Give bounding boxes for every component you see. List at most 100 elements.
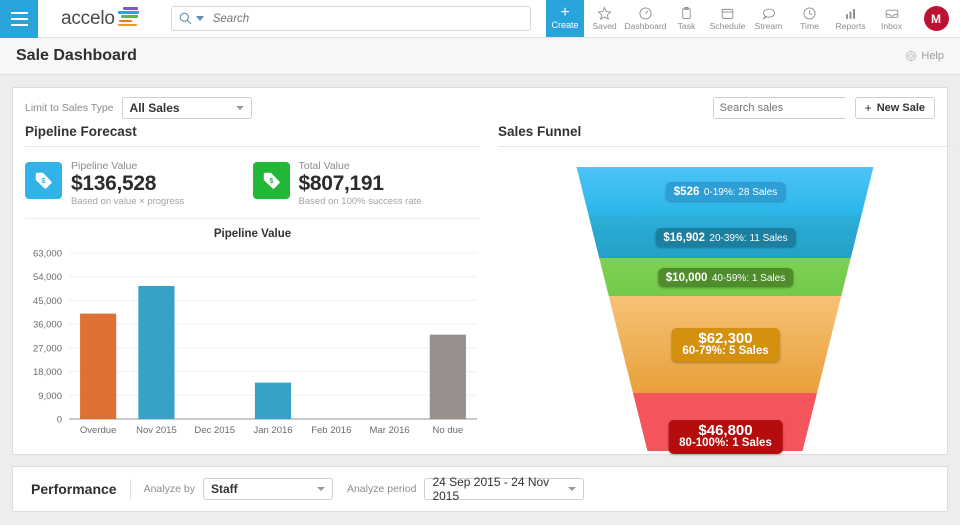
chevron-down-icon bbox=[235, 105, 244, 110]
calendar-icon bbox=[720, 6, 735, 21]
nav-item-task[interactable]: Task bbox=[666, 0, 707, 37]
plus-icon: + bbox=[560, 4, 570, 21]
chevron-down-icon bbox=[316, 487, 325, 491]
page-title: Sale Dashboard bbox=[16, 47, 137, 64]
kpi-name: Pipeline Value bbox=[71, 160, 138, 172]
nav-label: Dashboard bbox=[624, 20, 667, 31]
svg-text:9,000: 9,000 bbox=[38, 391, 62, 402]
user-avatar[interactable]: M bbox=[912, 0, 960, 37]
analyze-period-label: Analyze period bbox=[346, 483, 417, 495]
chat-icon bbox=[761, 6, 777, 21]
kpi-name: Total Value bbox=[298, 160, 350, 172]
new-sale-label: New Sale bbox=[876, 101, 925, 114]
price-tag-icon: $ bbox=[25, 162, 62, 199]
svg-text:Mar 2016: Mar 2016 bbox=[370, 425, 410, 436]
panel-columns: Pipeline Forecast $ Pipeline Value $136,… bbox=[13, 118, 953, 481]
create-label: Create bbox=[551, 20, 579, 30]
kpi-total-value: $ Total Value $807,191 Based on 100% suc… bbox=[252, 160, 481, 208]
sales-type-value: All Sales bbox=[129, 100, 180, 115]
clock-icon bbox=[802, 6, 817, 21]
analyze-by-select[interactable]: Staff bbox=[202, 478, 333, 500]
analyze-period-select[interactable]: 24 Sep 2015 - 24 Nov 2015 bbox=[424, 475, 585, 503]
search-sales-input[interactable] bbox=[713, 97, 868, 118]
create-button[interactable]: + Create bbox=[546, 0, 584, 37]
svg-text:Feb 2016: Feb 2016 bbox=[311, 425, 351, 436]
dashboard-panel: Limit to Sales Type All Sales + New Sale… bbox=[12, 87, 953, 481]
svg-text:63,000: 63,000 bbox=[33, 249, 62, 260]
page-body: Limit to Sales Type All Sales + New Sale… bbox=[0, 75, 960, 525]
nav-item-stream[interactable]: Stream bbox=[748, 0, 789, 37]
clipboard-icon bbox=[679, 6, 694, 21]
hamburger-icon bbox=[10, 12, 28, 14]
funnel-stage-label[interactable]: $526 0-19%: 28 Sales bbox=[665, 182, 786, 201]
kpi-subtext: Based on 100% success rate bbox=[298, 196, 422, 207]
panel-toolbar: Limit to Sales Type All Sales + New Sale bbox=[13, 88, 947, 119]
speedometer-icon bbox=[638, 6, 653, 21]
new-sale-button[interactable]: + New Sale bbox=[854, 96, 935, 119]
svg-text:36,000: 36,000 bbox=[33, 320, 62, 331]
funnel-stage-label[interactable]: $16,902 20-39%: 11 Sales bbox=[655, 227, 796, 247]
bar-chart-title: Pipeline Value bbox=[213, 228, 292, 240]
nav-label: Stream bbox=[754, 20, 783, 31]
avatar-initial: M bbox=[923, 6, 949, 31]
svg-text:18,000: 18,000 bbox=[33, 367, 62, 378]
funnel-stage-label[interactable]: $10,000 40-59%: 1 Sales bbox=[657, 268, 794, 287]
svg-text:27,000: 27,000 bbox=[33, 343, 62, 354]
svg-text:$: $ bbox=[42, 178, 46, 185]
price-tag-icon: $ bbox=[252, 162, 290, 199]
accelo-logo[interactable]: accelo bbox=[38, 0, 139, 37]
bar-chart-icon bbox=[843, 6, 858, 21]
search-icon bbox=[179, 12, 192, 25]
search-scope-chevron-down-icon[interactable] bbox=[195, 16, 204, 21]
svg-text:45,000: 45,000 bbox=[33, 296, 62, 307]
svg-text:Overdue: Overdue bbox=[80, 425, 116, 436]
analyze-by-value: Staff bbox=[210, 482, 238, 496]
divider bbox=[129, 479, 131, 499]
plus-icon: + bbox=[864, 100, 872, 115]
kpi-value: $136,528 bbox=[71, 172, 157, 195]
nav-item-dashboard[interactable]: Dashboard bbox=[624, 0, 667, 37]
page-header: Sale Dashboard Help bbox=[0, 38, 960, 75]
global-search-box[interactable] bbox=[170, 6, 531, 31]
nav-item-reports[interactable]: Reports bbox=[830, 0, 871, 37]
sales-type-label: Limit to Sales Type bbox=[25, 101, 114, 114]
nav-label: Inbox bbox=[880, 20, 903, 31]
global-search-input[interactable] bbox=[212, 12, 523, 25]
funnel-stage-label[interactable]: $46,800 80-100%: 1 Sales bbox=[668, 420, 783, 454]
help-button[interactable]: Help bbox=[905, 50, 944, 62]
funnel-stage-label[interactable]: $62,300 60-79%: 5 Sales bbox=[671, 327, 780, 362]
nav-label: Saved bbox=[592, 20, 617, 31]
performance-strip: Performance Analyze by Staff Analyze per… bbox=[12, 466, 948, 512]
pipeline-forecast-column: Pipeline Forecast $ Pipeline Value $136,… bbox=[25, 118, 480, 451]
pipeline-forecast-title: Pipeline Forecast bbox=[25, 118, 480, 147]
nav-item-time[interactable]: Time bbox=[789, 0, 830, 37]
sales-funnel-title: Sales Funnel bbox=[498, 118, 953, 147]
hamburger-menu-button[interactable] bbox=[0, 0, 38, 38]
search-sales-box[interactable] bbox=[712, 96, 880, 119]
inbox-icon bbox=[884, 6, 900, 21]
sales-type-select[interactable]: All Sales bbox=[121, 96, 252, 119]
logo-mark-icon bbox=[117, 7, 139, 28]
nav-item-schedule[interactable]: Schedule bbox=[707, 0, 748, 37]
nav-label: Reports bbox=[835, 20, 866, 31]
performance-title: Performance bbox=[31, 481, 117, 497]
lifering-icon bbox=[905, 50, 917, 62]
kpi-value: $807,191 bbox=[298, 172, 385, 195]
kpi-subtext: Based on value × progress bbox=[71, 196, 185, 207]
logo-text: accelo bbox=[61, 7, 115, 29]
nav-item-saved[interactable]: Saved bbox=[584, 0, 625, 37]
nav-label: Task bbox=[677, 20, 696, 31]
sales-funnel-column: Sales Funnel $526 0-19%: 28 Sales $16,902… bbox=[498, 118, 953, 481]
nav-label: Schedule bbox=[709, 20, 746, 31]
svg-text:0: 0 bbox=[57, 415, 62, 426]
nav-item-inbox[interactable]: Inbox bbox=[871, 0, 912, 37]
svg-text:Nov 2015: Nov 2015 bbox=[136, 425, 177, 436]
svg-text:$: $ bbox=[269, 178, 273, 185]
star-icon bbox=[597, 5, 612, 21]
chevron-down-icon bbox=[568, 487, 577, 491]
analyze-by-label: Analyze by bbox=[143, 483, 195, 495]
sales-funnel-chart: $526 0-19%: 28 Sales $16,902 20-39%: 11 S… bbox=[498, 151, 953, 481]
svg-text:No due: No due bbox=[433, 425, 464, 436]
svg-text:Dec 2015: Dec 2015 bbox=[194, 425, 235, 436]
top-nav-items: + Create Saved Dashboard Task Schedule S… bbox=[546, 0, 960, 37]
